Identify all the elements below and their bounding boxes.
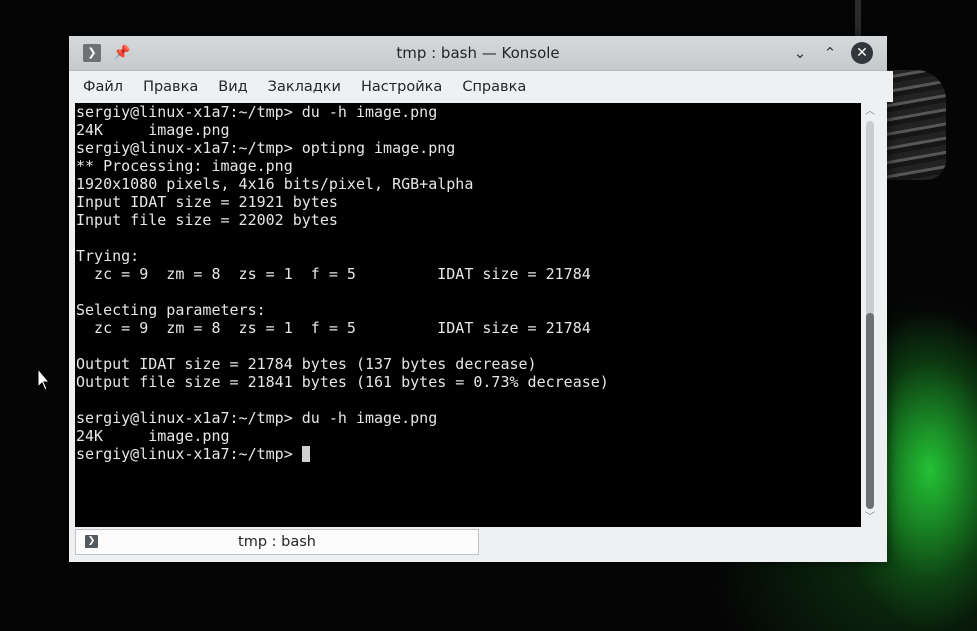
titlebar: tmp : bash — Konsole ❯ 📌 ⌄ ⌃ ✕ <box>69 36 887 71</box>
terminal-line: 24K image.png <box>76 121 230 139</box>
terminal-line: ** Processing: image.png <box>76 157 293 175</box>
window-menu-icon[interactable]: ❯ <box>83 44 101 62</box>
terminal-line: 1920x1080 pixels, 4x16 bits/pixel, RGB+a… <box>76 175 474 193</box>
terminal-line: Trying: <box>76 247 140 265</box>
terminal-line: zc = 9 zm = 8 zs = 1 f = 5 IDAT size = 2… <box>76 319 591 337</box>
maximize-button[interactable]: ⌃ <box>821 44 839 62</box>
scroll-down-icon[interactable]: ﹀ <box>861 511 879 525</box>
terminal-line: 24K image.png <box>76 427 230 445</box>
pin-icon[interactable]: 📌 <box>113 44 131 62</box>
terminal-line: sergiy@linux-x1a7:~/tmp> du -h image.png <box>76 409 438 427</box>
terminal-line: Output IDAT size = 21784 bytes (137 byte… <box>76 355 537 373</box>
menu-view[interactable]: Вид <box>210 79 255 95</box>
terminal-prompt: sergiy@linux-x1a7:~/tmp> <box>76 445 302 463</box>
terminal-line: Input file size = 22002 bytes <box>76 211 338 229</box>
terminal-icon: ❯ <box>85 535 98 548</box>
terminal-line: zc = 9 zm = 8 zs = 1 f = 5 IDAT size = 2… <box>76 265 591 283</box>
scroll-up-icon[interactable]: ︿ <box>861 105 879 119</box>
konsole-window: tmp : bash — Konsole ❯ 📌 ⌄ ⌃ ✕ Файл Прав… <box>69 36 893 562</box>
window-title: tmp : bash — Konsole <box>396 44 560 62</box>
tab-bar: tmp : bash ❯ <box>75 527 879 562</box>
close-button[interactable]: ✕ <box>851 42 873 64</box>
menu-help[interactable]: Справка <box>454 79 534 95</box>
terminal-line: Output file size = 21841 bytes (161 byte… <box>76 373 609 391</box>
terminal-line: sergiy@linux-x1a7:~/tmp> optipng image.p… <box>76 139 456 157</box>
terminal-area[interactable]: sergiy@linux-x1a7:~/tmp> du -h image.png… <box>75 103 861 527</box>
menu-settings[interactable]: Настройка <box>353 79 450 95</box>
menu-edit[interactable]: Правка <box>135 79 206 95</box>
minimize-button[interactable]: ⌄ <box>791 44 809 62</box>
scrollbar-thumb[interactable] <box>866 313 874 509</box>
terminal-line: sergiy@linux-x1a7:~/tmp> du -h image.png <box>76 103 438 121</box>
wallpaper-bulb-socket <box>886 70 946 180</box>
menubar: Файл Правка Вид Закладки Настройка Справ… <box>69 71 893 102</box>
terminal-scrollbar[interactable]: ︿ ﹀ <box>861 103 879 527</box>
tab-bash[interactable]: tmp : bash ❯ <box>75 529 479 555</box>
menu-file[interactable]: Файл <box>75 79 131 95</box>
text-cursor <box>301 446 310 462</box>
wallpaper-bulb-wire <box>855 0 861 40</box>
terminal-line: Selecting parameters: <box>76 301 266 319</box>
tab-label: tmp : bash <box>238 534 316 550</box>
menu-bookmarks[interactable]: Закладки <box>260 79 349 95</box>
terminal-line: Input IDAT size = 21921 bytes <box>76 193 338 211</box>
